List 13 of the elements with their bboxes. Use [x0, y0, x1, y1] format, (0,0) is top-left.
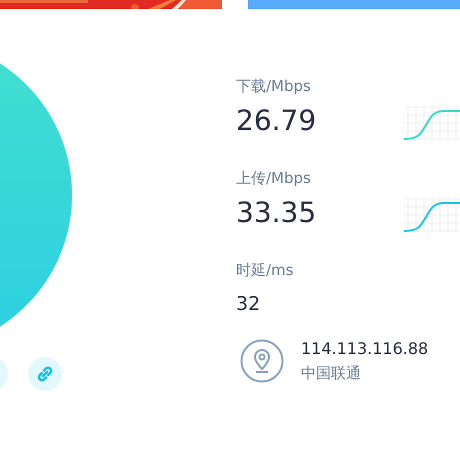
stat-label: 时延/ms: [236, 261, 294, 281]
isp-name: 中国联通: [301, 364, 361, 383]
speed-sparkline: [404, 197, 460, 233]
stat-value: 26.79: [236, 103, 316, 139]
stat-value: 32: [236, 292, 260, 317]
stat-value: 33.35: [236, 195, 316, 231]
stat-label: 上传/Mbps: [236, 169, 311, 189]
link-button[interactable]: [28, 357, 62, 391]
stat-label: 下载/Mbps: [236, 77, 311, 97]
ip-address: 114.113.116.88: [301, 339, 428, 358]
speed-sparkline: [404, 105, 460, 141]
link-icon: [36, 365, 54, 383]
location-pin-icon: [240, 339, 284, 383]
